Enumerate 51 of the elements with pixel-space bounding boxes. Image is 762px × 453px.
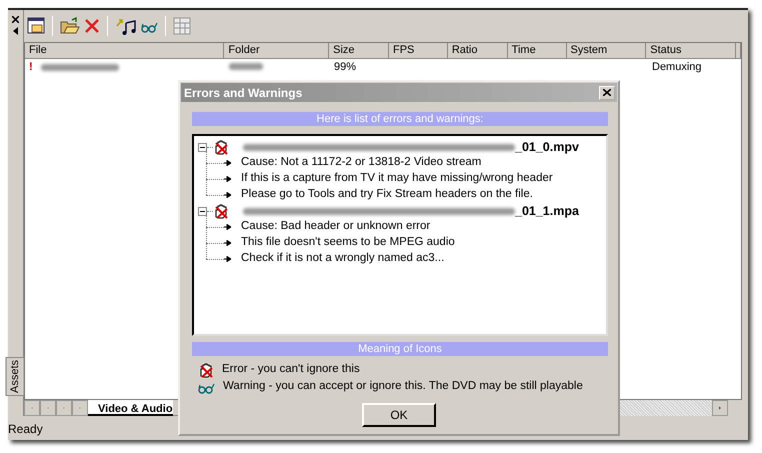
tab[interactable]: Video & Audio — [88, 400, 173, 416]
column-header[interactable]: FPS — [388, 43, 448, 59]
column-header — [736, 43, 742, 59]
file-name: _01_0.mpv — [515, 138, 579, 156]
column-header[interactable]: Time — [508, 43, 566, 59]
close-icon — [603, 89, 611, 96]
folder-icon[interactable] — [60, 17, 80, 35]
stop-hand-icon — [198, 362, 214, 378]
message-text: Please go to Tools and try Fix Stream headers on the file. — [241, 187, 533, 202]
message-text: Cause: Bad header or unknown error — [241, 219, 430, 234]
arrow-icon — [224, 256, 231, 262]
table-cell-text: 99% — [333, 60, 358, 76]
column-header[interactable]: Folder — [224, 43, 330, 59]
legend-text: Error - you can't ignore this — [222, 362, 360, 377]
close-icon[interactable] — [12, 16, 19, 23]
column-header[interactable]: Status — [646, 43, 736, 59]
section-header: Here is list of errors and warnings: — [192, 112, 608, 126]
side-tab[interactable]: Assets — [6, 356, 25, 396]
collapse-toggle[interactable] — [198, 206, 207, 216]
arrow-icon — [224, 224, 231, 230]
status-text: Ready — [8, 422, 43, 436]
collapse-toggle[interactable] — [198, 142, 207, 152]
legend-text: Warning - you can accept or ignore this. The DVD may be still playable — [223, 378, 583, 394]
error-mark: ! — [29, 60, 33, 76]
triangle-left-icon[interactable] — [13, 27, 18, 35]
arrow-icon — [224, 176, 231, 182]
minus-icon — [200, 208, 205, 214]
ok-button[interactable]: OK — [362, 403, 436, 427]
arrow-icon — [224, 240, 231, 246]
stop-hand-icon — [213, 139, 229, 155]
column-header[interactable]: Ratio — [448, 43, 508, 59]
column-header[interactable]: Size — [329, 43, 389, 59]
arrow-music-icon[interactable] — [115, 17, 137, 35]
column-header[interactable]: System — [566, 43, 646, 59]
stop-hand-icon — [213, 203, 229, 219]
blurred-text — [229, 63, 263, 70]
dialog-title: Errors and Warnings — [184, 84, 302, 102]
section-header: Meaning of Icons — [192, 342, 608, 356]
close-button[interactable] — [599, 86, 615, 100]
message-text: Check if it is not a wrongly named ac3... — [241, 251, 444, 266]
table-cell-text: Demuxing — [651, 60, 702, 76]
delete-icon[interactable] — [84, 18, 100, 34]
window-icon[interactable] — [27, 17, 45, 35]
file-name: _01_1.mpa — [515, 202, 579, 220]
arrow-icon — [224, 160, 231, 166]
message-text: If this is a capture from TV it may have missing/wrong header — [241, 171, 553, 186]
minus-icon — [200, 144, 205, 150]
message-text: Cause: Not a 11172-2 or 13818-2 Video stream — [241, 155, 482, 170]
column-header[interactable]: File — [25, 43, 224, 59]
message-text: This file doesn't seems to be MPEG audio — [241, 235, 455, 250]
arrow-icon — [224, 192, 231, 198]
